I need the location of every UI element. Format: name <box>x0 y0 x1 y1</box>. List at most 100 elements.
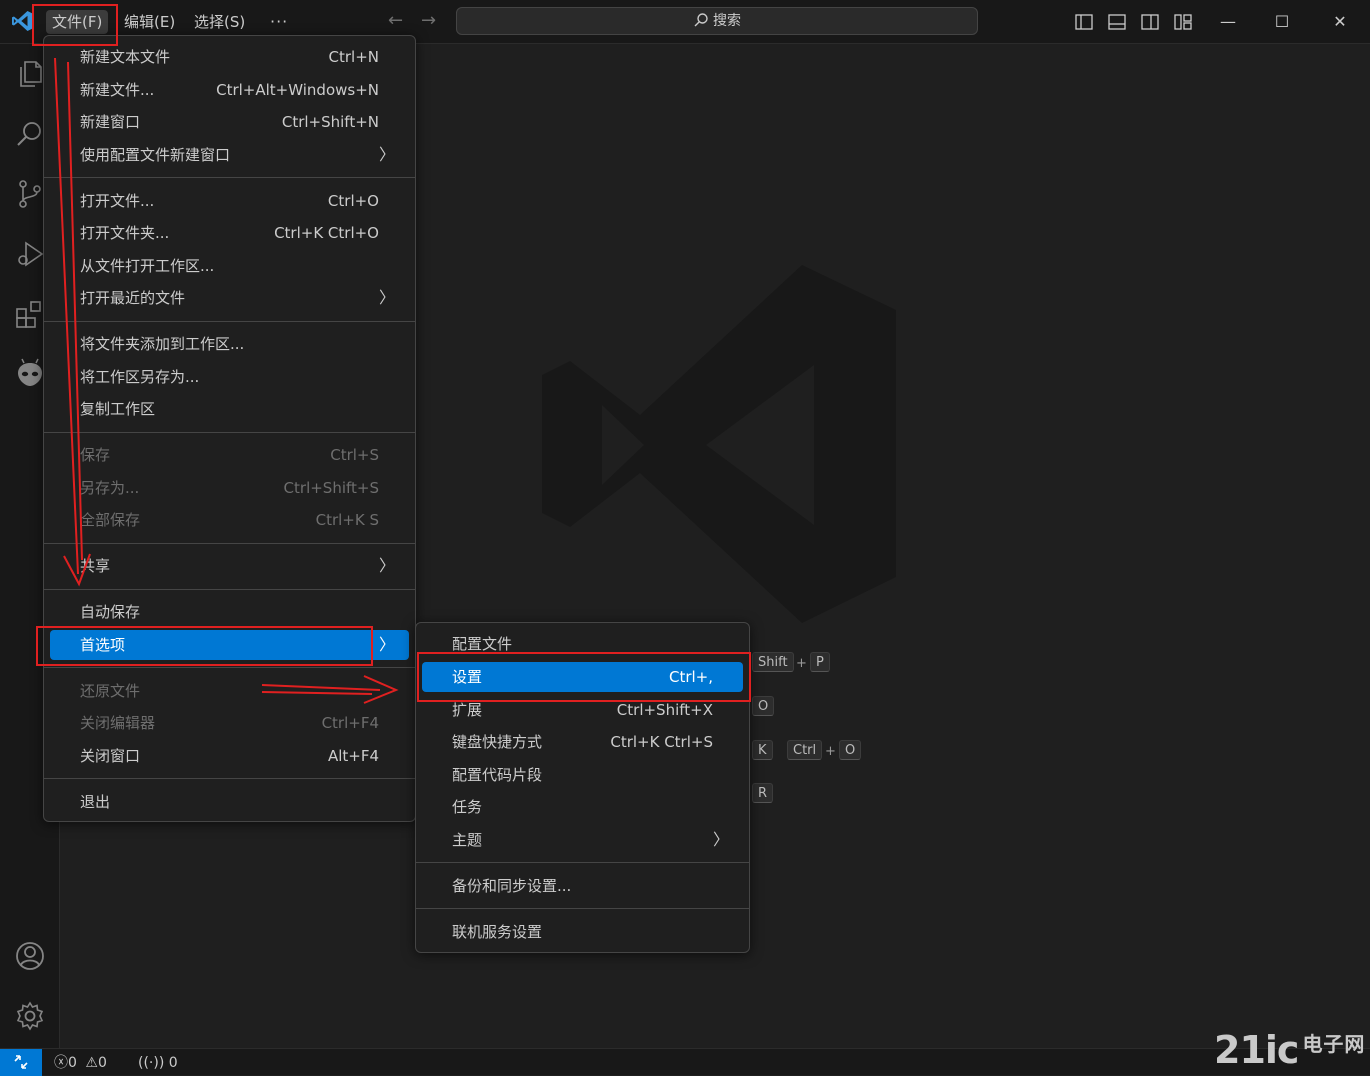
menu-label: 任务 <box>452 798 483 816</box>
menu-online-services[interactable]: 联机服务设置 <box>422 917 743 947</box>
run-debug-icon[interactable] <box>14 238 46 270</box>
menu-label: 从文件打开工作区... <box>80 257 215 275</box>
minimize-icon[interactable]: — <box>1214 8 1242 36</box>
menu-shortcut: Ctrl+Alt+Windows+N <box>216 81 379 99</box>
vscode-logo-icon <box>12 11 32 31</box>
menu-open-recent[interactable]: 打开最近的文件 〉 <box>50 283 409 313</box>
menu-shortcut: Ctrl+S <box>330 446 379 464</box>
menu-new-window[interactable]: 新建窗口 Ctrl+Shift+N <box>50 107 409 137</box>
menu-save: 保存 Ctrl+S <box>50 440 409 470</box>
menu-shortcut: Ctrl+Shift+N <box>281 113 379 131</box>
toggle-secondary-sidebar-icon[interactable] <box>1140 12 1160 32</box>
menu-shortcut: Ctrl+K Ctrl+O <box>274 224 379 242</box>
kbd-plus: + <box>825 744 836 759</box>
menu-save-workspace-as[interactable]: 将工作区另存为... <box>50 362 409 392</box>
gear-icon[interactable] <box>14 1000 46 1032</box>
chevron-right-icon: 〉 <box>712 830 729 849</box>
warning-icon: ⚠ <box>85 1055 98 1071</box>
menu-open-file[interactable]: 打开文件... Ctrl+O <box>50 186 409 216</box>
back-arrow-icon[interactable]: ← <box>388 10 403 31</box>
source-control-icon[interactable] <box>14 178 46 210</box>
menu-label: 使用配置文件新建窗口 <box>80 146 231 164</box>
menu-close-editor: 关闭编辑器 Ctrl+F4 <box>50 708 409 738</box>
menu-open-folder[interactable]: 打开文件夹... Ctrl+K Ctrl+O <box>50 218 409 248</box>
menu-separator <box>44 432 415 433</box>
menu-label: 将文件夹添加到工作区... <box>80 335 245 353</box>
broadcast-icon: ((·)) <box>138 1055 165 1071</box>
extensions-icon[interactable] <box>14 298 46 330</box>
menu-auto-save[interactable]: 自动保存 <box>50 597 409 627</box>
menu-label: 关闭编辑器 <box>80 714 156 732</box>
menu-separator <box>416 908 749 909</box>
file-menu: 新建文本文件 Ctrl+N 新建文件... Ctrl+Alt+Windows+N 新… <box>43 35 416 822</box>
menu-duplicate-workspace[interactable]: 复制工作区 <box>50 394 409 424</box>
menu-backup-sync[interactable]: 备份和同步设置... <box>422 871 743 901</box>
maximize-icon[interactable]: ☐ <box>1268 8 1296 36</box>
toggle-primary-sidebar-icon[interactable] <box>1074 12 1094 32</box>
menu-revert-file: 还原文件 <box>50 676 409 706</box>
customize-layout-icon[interactable] <box>1173 12 1193 32</box>
search-box[interactable]: 搜索 <box>456 7 978 35</box>
menu-shortcut: Alt+F4 <box>327 747 379 765</box>
menu-close-window[interactable]: 关闭窗口 Alt+F4 <box>50 741 409 771</box>
menu-save-all: 全部保存 Ctrl+K S <box>50 505 409 535</box>
menu-label: 复制工作区 <box>80 400 156 418</box>
menu-separator <box>44 321 415 322</box>
menu-label: 备份和同步设置... <box>452 877 572 895</box>
menu-keyboard-shortcuts[interactable]: 键盘快捷方式 Ctrl+K Ctrl+S <box>422 727 743 757</box>
annotation-box-file-menu <box>32 4 118 46</box>
remote-indicator[interactable] <box>0 1049 42 1076</box>
alien-extension-icon[interactable] <box>14 358 46 390</box>
menu-exit[interactable]: 退出 <box>50 787 409 817</box>
menu-shortcut: Ctrl+Shift+S <box>283 479 379 497</box>
menu-select[interactable]: 选择(S) <box>188 10 251 34</box>
menu-new-text-file[interactable]: 新建文本文件 Ctrl+N <box>50 42 409 72</box>
menu-open-workspace[interactable]: 从文件打开工作区... <box>50 251 409 281</box>
menu-themes[interactable]: 主题 〉 <box>422 825 743 855</box>
menu-add-folder-to-workspace[interactable]: 将文件夹添加到工作区... <box>50 329 409 359</box>
search-icon[interactable] <box>14 118 46 150</box>
account-icon[interactable] <box>14 940 46 972</box>
menu-label: 退出 <box>80 793 111 811</box>
menu-shortcut: Ctrl+O <box>327 192 379 210</box>
kbd-shift: Shift <box>752 652 794 672</box>
kbd-k: K <box>752 740 773 760</box>
problems-indicator[interactable]: ⓧ0 ⚠0 <box>54 1053 107 1073</box>
menu-label: 配置代码片段 <box>452 766 543 784</box>
kbd-plus: + <box>796 656 807 671</box>
menu-label: 打开文件... <box>80 192 155 210</box>
menu-label: 新建文本文件 <box>80 48 171 66</box>
watermark-cn: 电子网 <box>1302 1032 1366 1056</box>
toggle-panel-icon[interactable] <box>1107 12 1127 32</box>
menu-new-window-with-profile[interactable]: 使用配置文件新建窗口 〉 <box>50 140 409 170</box>
menu-label: 保存 <box>80 446 111 464</box>
kbd-o: O <box>752 696 775 716</box>
menu-more[interactable]: ··· <box>264 10 294 34</box>
menu-label: 另存为... <box>80 479 140 497</box>
menu-share[interactable]: 共享 〉 <box>50 551 409 581</box>
menu-label: 打开最近的文件 <box>80 289 186 307</box>
watermark-brand: 21ic <box>1214 1028 1299 1072</box>
annotation-box-settings <box>417 652 751 702</box>
annotation-box-preferences <box>36 626 373 666</box>
forward-arrow-icon[interactable]: → <box>421 10 436 31</box>
chevron-right-icon: 〉 <box>378 145 395 164</box>
menu-tasks[interactable]: 任务 <box>422 792 743 822</box>
menu-separator <box>44 589 415 590</box>
menu-edit[interactable]: 编辑(E) <box>118 10 181 34</box>
menu-label: 关闭窗口 <box>80 747 141 765</box>
menu-configure-snippets[interactable]: 配置代码片段 <box>422 760 743 790</box>
menu-shortcut: Ctrl+F4 <box>321 714 379 732</box>
menu-save-as: 另存为... Ctrl+Shift+S <box>50 473 409 503</box>
kbd-r: R <box>752 783 774 803</box>
close-icon[interactable]: ✕ <box>1326 8 1354 36</box>
menu-label: 键盘快捷方式 <box>452 733 543 751</box>
menu-label: 联机服务设置 <box>452 923 543 941</box>
chevron-right-icon: 〉 <box>378 635 395 654</box>
explorer-icon[interactable] <box>14 58 46 90</box>
remote-icon <box>14 1055 28 1069</box>
menu-label: 新建文件... <box>80 81 155 99</box>
ports-indicator[interactable]: ((·)) 0 <box>138 1053 178 1073</box>
menu-label: 新建窗口 <box>80 113 141 131</box>
menu-new-file[interactable]: 新建文件... Ctrl+Alt+Windows+N <box>50 75 409 105</box>
